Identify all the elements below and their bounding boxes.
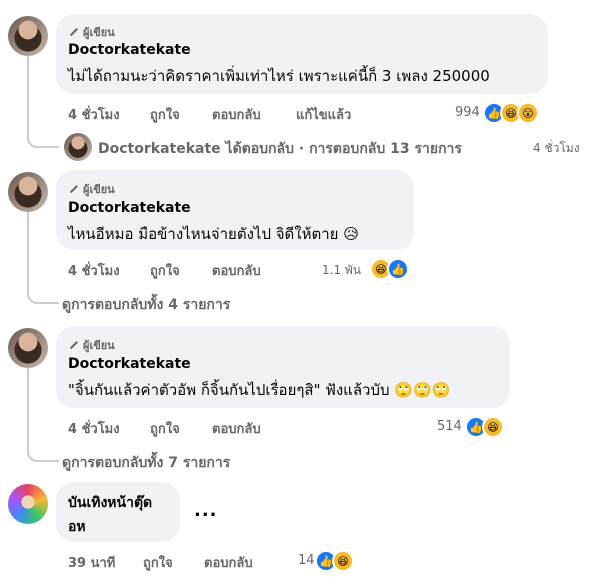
avatar[interactable]	[8, 172, 48, 212]
pen-icon	[70, 28, 78, 36]
reaction-count[interactable]: 1.1 พัน	[322, 261, 361, 280]
avatar[interactable]	[8, 328, 48, 368]
reply-button[interactable]: ตอบกลับ	[212, 260, 261, 281]
thread-line	[27, 56, 29, 136]
comment-text: "จิ้นกันแล้วค่าตัวอัพ ก็จิ้นกันไปเรื่อยๆ…	[68, 378, 450, 402]
comment-time[interactable]: 39 นาที	[68, 552, 115, 573]
rolling-eyes-emoji: 🙄🙄🙄	[394, 381, 451, 399]
reaction-count[interactable]: 14	[298, 553, 315, 568]
badge-label: ผู้เขียน	[83, 183, 115, 196]
author-badge: ผู้เขียน	[68, 180, 115, 198]
reply-button[interactable]: ตอบกลับ	[212, 418, 261, 439]
author-badge: ผู้เขียน	[68, 23, 115, 41]
badge-label: ผู้เขียน	[83, 26, 115, 39]
reaction-count[interactable]: 994	[455, 105, 480, 120]
comment-time[interactable]: 4 ชั่วโมง	[68, 418, 120, 439]
crying-emoji: 😥	[343, 225, 359, 243]
like-button[interactable]: ถูกใจ	[150, 418, 180, 439]
comment-text-body: "จิ้นกันแล้วค่าตัวอัพ ก็จิ้นกันไปเรื่อยๆ…	[68, 381, 390, 399]
like-button[interactable]: ถูกใจ	[143, 552, 173, 573]
reply-count[interactable]: การตอบกลับ 13 รายการ	[309, 141, 462, 157]
badge-label: ผู้เขียน	[83, 339, 115, 352]
reply-time: 4 ชั่วโมง	[533, 141, 580, 155]
comment-author[interactable]: Doctorkatekate	[68, 200, 191, 216]
thread-line	[27, 210, 29, 290]
comment-time[interactable]: 4 ชั่วโมง	[68, 104, 120, 125]
haha-reaction-icon: 😆	[332, 550, 354, 572]
reply-avatar[interactable]	[64, 133, 92, 161]
comment-author[interactable]: บันเทิงหน้าตุ๊ด	[68, 492, 152, 514]
reply-button[interactable]: ตอบกลับ	[212, 104, 261, 125]
comment-author[interactable]: Doctorkatekate	[68, 42, 191, 58]
more-options-button[interactable]: ...	[194, 500, 218, 521]
like-button[interactable]: ถูกใจ	[150, 104, 180, 125]
avatar[interactable]	[8, 16, 48, 56]
comment-text-body: ไหนอีหมอ มือข้างไหนจ่ายตังไป จิดีให้ตาย	[68, 225, 339, 243]
dot-separator: ·	[298, 141, 305, 157]
pen-icon	[70, 185, 78, 193]
comment-author-cont[interactable]: อห	[68, 516, 86, 538]
thread-connector	[27, 128, 59, 148]
pen-icon	[70, 341, 78, 349]
avatar[interactable]	[8, 484, 48, 524]
view-replies-link[interactable]: ดูการตอบกลับทั้ง 7 รายการ	[62, 452, 230, 474]
reply-button[interactable]: ตอบกลับ	[204, 552, 253, 573]
comment-time[interactable]: 4 ชั่วโมง	[68, 260, 120, 281]
comment-text: ไม่ได้ถามนะว่าคิดราคาเพิ่มเท่าไหร่ เพราะ…	[68, 67, 490, 85]
reply-action: ได้ตอบกลับ	[225, 141, 294, 157]
like-reaction-icon: 👍	[387, 258, 409, 280]
comment-text: ไหนอีหมอ มือข้างไหนจ่ายตังไป จิดีให้ตาย …	[68, 222, 359, 246]
reaction-count[interactable]: 514	[437, 419, 462, 434]
reply-author[interactable]: Doctorkatekate	[98, 141, 221, 157]
reply-summary[interactable]: Doctorkatekate ได้ตอบกลับ · การตอบกลับ 1…	[98, 138, 462, 160]
comment-author[interactable]: Doctorkatekate	[68, 356, 191, 372]
edited-label: แก้ไขแล้ว	[296, 108, 352, 123]
wow-reaction-icon: 😮	[517, 102, 539, 124]
author-badge: ผู้เขียน	[68, 336, 115, 354]
like-button[interactable]: ถูกใจ	[150, 260, 180, 281]
view-replies-link[interactable]: ดูการตอบกลับทั้ง 4 รายการ	[62, 294, 230, 316]
haha-reaction-icon: 😆	[482, 416, 504, 438]
thread-connector	[27, 442, 59, 462]
thread-line	[27, 366, 29, 450]
thread-connector	[27, 284, 59, 304]
